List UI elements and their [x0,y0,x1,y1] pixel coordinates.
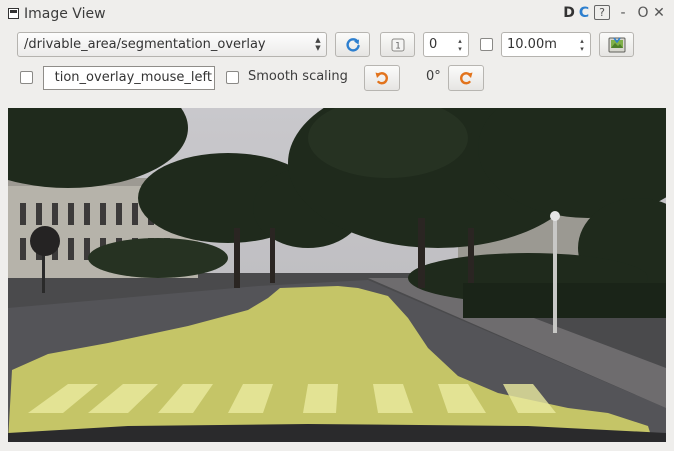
close-button[interactable]: ✕ [652,5,666,21]
mouse-topic-value: tion_overlay_mouse_left [54,70,212,85]
spin-arrows-icon[interactable]: ▴ ▾ [456,37,464,53]
rotate-left-icon [375,72,388,85]
topic-value: /drivable_area/segmentation_overlay [24,37,266,52]
camera-image[interactable] [8,108,666,442]
spin-arrows-icon[interactable]: ▴ ▾ [578,37,586,53]
rotation-angle-label: 0° [426,69,441,84]
window-title: Image View [24,6,106,22]
max-range-value: 10.00m [507,37,557,52]
save-image-button[interactable] [599,32,634,57]
rotate-right-button[interactable] [448,65,484,91]
smooth-scaling-label: Smooth scaling [248,69,348,84]
rotation-spinbox-value: 0 [429,37,438,52]
zoom-one-icon: 1 [391,38,404,51]
zoom-1-button[interactable]: 1 [380,32,415,57]
reload-plugin-button[interactable]: C [577,5,591,21]
dynamic-range-checkbox[interactable] [480,38,493,51]
dock-button[interactable]: D [563,5,575,21]
window-icon [8,8,19,19]
rotation-spinbox[interactable]: 0 ▴ ▾ [423,32,469,57]
mouse-publish-checkbox[interactable] [20,71,33,84]
minimize-button[interactable]: - [618,5,628,21]
svg-text:1: 1 [395,41,401,51]
mouse-topic-field[interactable]: tion_overlay_mouse_left [43,66,215,90]
smooth-scaling-checkbox[interactable] [226,71,239,84]
chevron-updown-icon: ▲ ▼ [315,36,321,52]
title-bar: Image View D C ? - O ✕ [0,0,674,28]
float-button[interactable]: O [636,5,650,21]
save-image-icon [608,37,625,52]
rotate-right-icon [460,72,473,85]
max-range-spinbox[interactable]: 10.00m ▴ ▾ [501,32,591,57]
segmentation-overlay-image [8,108,666,442]
refresh-icon [345,37,360,52]
topic-combobox[interactable]: /drivable_area/segmentation_overlay ▲ ▼ [17,32,327,57]
refresh-button[interactable] [335,32,370,57]
help-button[interactable]: ? [594,5,610,20]
rotate-left-button[interactable] [364,65,400,91]
image-display-area [0,104,674,451]
